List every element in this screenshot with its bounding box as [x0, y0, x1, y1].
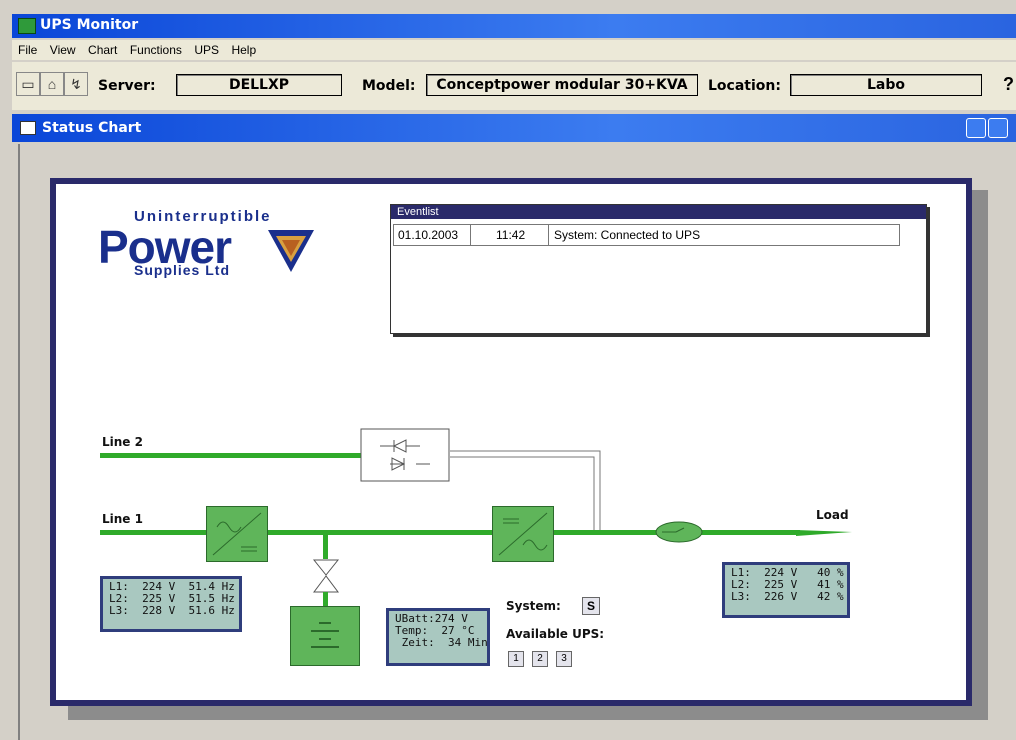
battery-box[interactable]: [290, 606, 360, 666]
line2-label: Line 2: [102, 435, 143, 449]
eventlist-title: Eventlist: [391, 205, 926, 219]
ups-button-2[interactable]: 2: [532, 651, 548, 667]
new-file-icon[interactable]: ▭: [16, 72, 40, 96]
menu-ups[interactable]: UPS: [194, 43, 219, 57]
line2-bus: [100, 453, 362, 458]
battery-feed: [323, 535, 328, 559]
title-bar: UPS Monitor: [12, 14, 1016, 38]
event-row[interactable]: 01.10.2003 11:42 System: Connected to UP…: [393, 224, 900, 246]
battery-values: UBatt:274 V Temp: 27 °C Zeit: 34 Min: [389, 611, 488, 663]
model-field[interactable]: Conceptpower modular 30+KVA: [426, 74, 698, 96]
rectifier-icon: [212, 512, 262, 556]
status-chart-titlebar: Status Chart: [12, 114, 1016, 142]
load-arrow-icon: [796, 530, 852, 536]
open-folder-icon[interactable]: ⌂: [40, 72, 64, 96]
battery-link: [323, 592, 328, 606]
input-values: L1: 224 V 51.4 Hz L2: 225 V 51.5 Hz L3: …: [103, 579, 239, 629]
ups-button-1[interactable]: 1: [508, 651, 524, 667]
chart-icon[interactable]: ↯: [64, 72, 88, 96]
menu-file[interactable]: File: [18, 43, 37, 57]
load-label: Load: [816, 508, 849, 522]
location-label: Location:: [708, 78, 781, 94]
line1-label: Line 1: [102, 512, 143, 526]
server-field[interactable]: DELLXP: [176, 74, 342, 96]
event-message: System: Connected to UPS: [554, 228, 701, 242]
menu-view[interactable]: View: [50, 43, 76, 57]
app-icon: [18, 18, 36, 34]
system-button[interactable]: S: [582, 597, 600, 615]
minimize-button[interactable]: [966, 118, 986, 138]
ups-button-3[interactable]: 3: [556, 651, 572, 667]
event-time: 11:42: [496, 228, 526, 242]
subwindow-title: Status Chart: [42, 120, 142, 136]
output-values-box: L1: 224 V 40 % L2: 225 V 41 % L3: 226 V …: [722, 562, 850, 618]
rectifier-box[interactable]: [206, 506, 268, 562]
menu-functions[interactable]: Functions: [130, 43, 182, 57]
battery-values-box: UBatt:274 V Temp: 27 °C Zeit: 34 Min: [386, 608, 490, 666]
logo-v-icon: [268, 230, 314, 272]
output-switch-icon[interactable]: [654, 520, 704, 544]
menu-help[interactable]: Help: [231, 43, 256, 57]
logo-text-line3: Supplies Ltd: [134, 262, 230, 278]
input-values-box: L1: 224 V 51.4 Hz L2: 225 V 51.5 Hz L3: …: [100, 576, 242, 632]
inverter-icon: [498, 512, 548, 556]
server-label: Server:: [98, 78, 156, 94]
window-title: UPS Monitor: [40, 17, 139, 33]
menu-bar: File View Chart Functions UPS Help: [12, 40, 1016, 60]
battery-charger-icon: [312, 559, 340, 593]
model-label: Model:: [362, 78, 416, 94]
output-values: L1: 224 V 40 % L2: 225 V 41 % L3: 226 V …: [725, 565, 847, 615]
eventlist-panel: Eventlist 01.10.2003 11:42 System: Conne…: [390, 204, 927, 334]
toolbar: ▭ ⌂ ↯ Server: DELLXP Model: Conceptpower…: [12, 62, 1016, 110]
system-label: System:: [506, 599, 561, 613]
location-field[interactable]: Labo: [790, 74, 982, 96]
help-icon[interactable]: ?: [1003, 74, 1014, 95]
menu-chart[interactable]: Chart: [88, 43, 117, 57]
available-ups-label: Available UPS:: [506, 627, 605, 641]
inverter-box[interactable]: [492, 506, 554, 562]
static-switch-icon[interactable]: [360, 428, 452, 484]
battery-icon: [311, 622, 339, 648]
maximize-button[interactable]: [988, 118, 1008, 138]
window-icon: [20, 121, 36, 135]
event-date: 01.10.2003: [398, 228, 459, 242]
